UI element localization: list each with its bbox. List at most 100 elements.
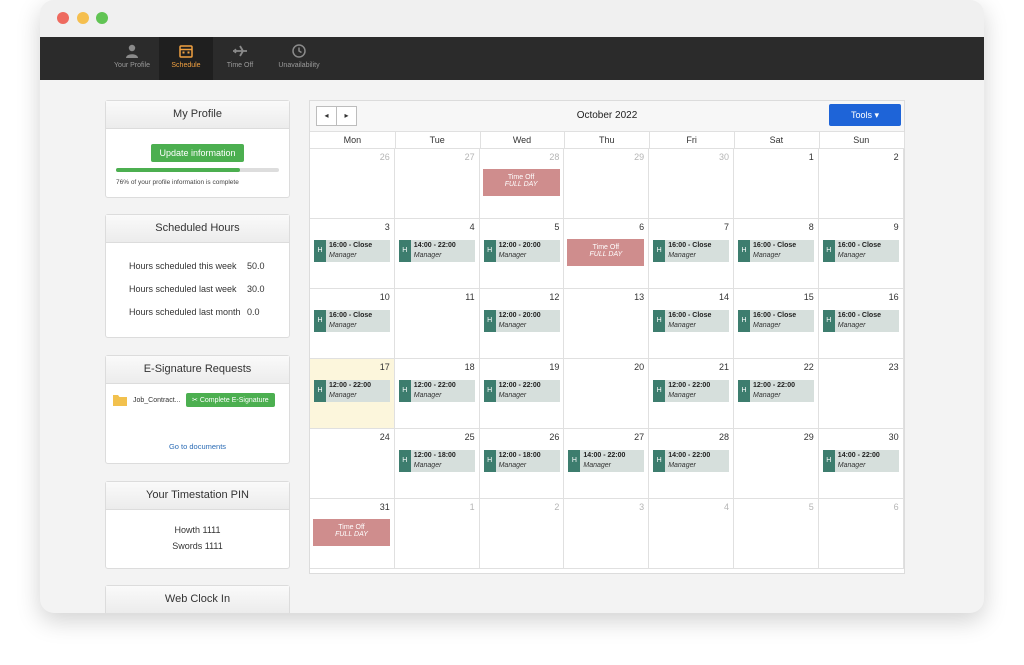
day-cell[interactable]: 9 H 16:00 - Close Manager (818, 219, 904, 289)
day-cell[interactable]: 22 H 12:00 - 22:00 Manager (734, 359, 819, 429)
weekday-header: Thu (564, 132, 651, 149)
shift-role: Manager (413, 392, 442, 399)
day-cell[interactable]: 6 Time Off FULL DAY (564, 219, 650, 289)
shift-event[interactable]: H 12:00 - 18:00 Manager (398, 450, 475, 472)
time-off-event[interactable]: Time Off FULL DAY (313, 519, 390, 546)
maximize-window-button[interactable] (96, 12, 108, 24)
day-cell[interactable]: 10 H 16:00 - Close Manager (310, 289, 395, 359)
day-number: 6 (893, 502, 899, 512)
day-cell[interactable]: 28 H 14:00 - 22:00 Manager (649, 429, 734, 499)
day-cell[interactable]: 7 H 16:00 - Close Manager (649, 219, 734, 289)
tools-dropdown-button[interactable]: Tools ▾ (829, 104, 901, 126)
shift-role: Manager (668, 252, 696, 259)
day-cell[interactable]: 31 Time Off FULL DAY (310, 499, 395, 569)
day-cell[interactable]: 30 (649, 149, 734, 219)
shift-event[interactable]: H 12:00 - 20:00 Manager (483, 240, 560, 262)
shift-role: Manager (837, 252, 866, 259)
day-cell[interactable]: 2 (479, 499, 565, 569)
update-information-button[interactable]: Update information (151, 144, 244, 162)
shift-role: Manager (498, 322, 527, 329)
calendar: October 2022 ◂ ▸ Tools ▾ Mon Tue Wed Thu Fri… (309, 100, 905, 574)
day-cell[interactable]: 30 H 14:00 - 22:00 Manager (818, 429, 904, 499)
shift-badge: H (483, 240, 496, 262)
day-cell[interactable]: 20 (564, 359, 650, 429)
day-cell[interactable]: 4 (649, 499, 734, 569)
day-cell[interactable]: 23 (818, 359, 904, 429)
shift-event[interactable]: H 16:00 - Close Manager (314, 310, 390, 332)
close-window-button[interactable] (57, 12, 69, 24)
day-number: 25 (464, 432, 475, 442)
day-cell[interactable]: 3 (564, 499, 650, 569)
day-cell[interactable]: 15 H 16:00 - Close Manager (734, 289, 819, 359)
shift-time: 12:00 - 22:00 (498, 382, 541, 389)
day-cell[interactable]: 2 (818, 149, 904, 219)
day-cell[interactable]: 29 (734, 429, 819, 499)
next-month-button[interactable]: ▸ (336, 106, 357, 126)
document-name[interactable]: Job_Contract... (133, 397, 180, 404)
day-cell[interactable]: 6 (818, 499, 904, 569)
complete-esignature-button[interactable]: ✂ Complete E-Signature (186, 393, 275, 407)
day-cell[interactable]: 11 (394, 289, 480, 359)
shift-event[interactable]: H 14:00 - 22:00 Manager (653, 450, 730, 472)
shift-event[interactable]: H 16:00 - Close Manager (314, 240, 390, 262)
shift-event[interactable]: H 12:00 - 22:00 Manager (398, 380, 475, 402)
day-cell[interactable]: 17 H 12:00 - 22:00 Manager (310, 359, 395, 429)
day-cell[interactable]: 21 H 12:00 - 22:00 Manager (649, 359, 734, 429)
shift-event[interactable]: H 16:00 - Close Manager (653, 240, 730, 262)
day-cell[interactable]: 26 H 12:00 - 18:00 Manager (479, 429, 565, 499)
day-cell[interactable]: 13 (564, 289, 650, 359)
prev-month-button[interactable]: ◂ (316, 106, 337, 126)
day-cell[interactable]: 5 (734, 499, 819, 569)
nav-your-profile[interactable]: Your Profile (105, 37, 159, 80)
go-to-documents-link[interactable]: Go to documents (106, 442, 289, 451)
day-cell[interactable]: 18 H 12:00 - 22:00 Manager (394, 359, 480, 429)
day-cell[interactable]: 5 H 12:00 - 20:00 Manager (479, 219, 565, 289)
shift-event[interactable]: H 16:00 - Close Manager (653, 310, 730, 332)
shift-event[interactable]: H 12:00 - 22:00 Manager (314, 380, 390, 402)
day-number: 2 (554, 502, 560, 512)
day-cell[interactable]: 1 (394, 499, 480, 569)
nav-time-off[interactable]: Time Off (213, 37, 267, 80)
minimize-window-button[interactable] (77, 12, 89, 24)
shift-event[interactable]: H 16:00 - Close Manager (822, 310, 899, 332)
nav-schedule[interactable]: Schedule (159, 37, 213, 80)
day-cell[interactable]: 4 H 14:00 - 22:00 Manager (394, 219, 480, 289)
shift-event[interactable]: H 14:00 - 22:00 Manager (568, 450, 645, 472)
shift-event[interactable]: H 12:00 - 18:00 Manager (483, 450, 560, 472)
day-cell[interactable]: 25 H 12:00 - 18:00 Manager (394, 429, 480, 499)
shift-event[interactable]: H 14:00 - 22:00 Manager (398, 240, 475, 262)
pin-row: Swords 1111 (172, 541, 223, 551)
shift-event[interactable]: H 16:00 - Close Manager (738, 310, 814, 332)
day-cell[interactable]: 16 H 16:00 - Close Manager (818, 289, 904, 359)
day-number: 14 (718, 292, 729, 302)
day-cell[interactable]: 8 H 16:00 - Close Manager (734, 219, 819, 289)
day-cell[interactable]: 26 (310, 149, 395, 219)
day-cell[interactable]: 3 H 16:00 - Close Manager (310, 219, 395, 289)
nav-unavailability[interactable]: Unavailability (268, 37, 330, 80)
shift-event[interactable]: H 12:00 - 22:00 Manager (653, 380, 730, 402)
day-cell[interactable]: 12 H 12:00 - 20:00 Manager (479, 289, 565, 359)
shift-event[interactable]: H 12:00 - 22:00 Manager (738, 380, 814, 402)
shift-time: 14:00 - 22:00 (837, 452, 880, 459)
day-cell[interactable]: 14 H 16:00 - Close Manager (649, 289, 734, 359)
time-off-event[interactable]: Time Off FULL DAY (567, 239, 645, 266)
shift-event[interactable]: H 16:00 - Close Manager (738, 240, 814, 262)
panel-title: E-Signature Requests (106, 356, 289, 384)
shift-badge: H (822, 240, 835, 262)
shift-role: Manager (668, 462, 696, 469)
calendar-month-title: October 2022 (576, 110, 638, 121)
day-cell[interactable]: 28 Time Off FULL DAY (479, 149, 565, 219)
nav-label: Schedule (171, 62, 201, 69)
day-cell[interactable]: 19 H 12:00 - 22:00 Manager (479, 359, 565, 429)
time-off-event[interactable]: Time Off FULL DAY (482, 169, 560, 196)
shift-event[interactable]: H 12:00 - 20:00 Manager (483, 310, 560, 332)
day-cell[interactable]: 27 H 14:00 - 22:00 Manager (564, 429, 650, 499)
shift-time: 12:00 - 22:00 (668, 382, 711, 389)
day-cell[interactable]: 24 (310, 429, 395, 499)
shift-event[interactable]: H 12:00 - 22:00 Manager (483, 380, 560, 402)
shift-event[interactable]: H 14:00 - 22:00 Manager (822, 450, 899, 472)
day-cell[interactable]: 29 (564, 149, 650, 219)
day-cell[interactable]: 27 (394, 149, 480, 219)
shift-event[interactable]: H 16:00 - Close Manager (822, 240, 899, 262)
day-cell[interactable]: 1 (734, 149, 819, 219)
